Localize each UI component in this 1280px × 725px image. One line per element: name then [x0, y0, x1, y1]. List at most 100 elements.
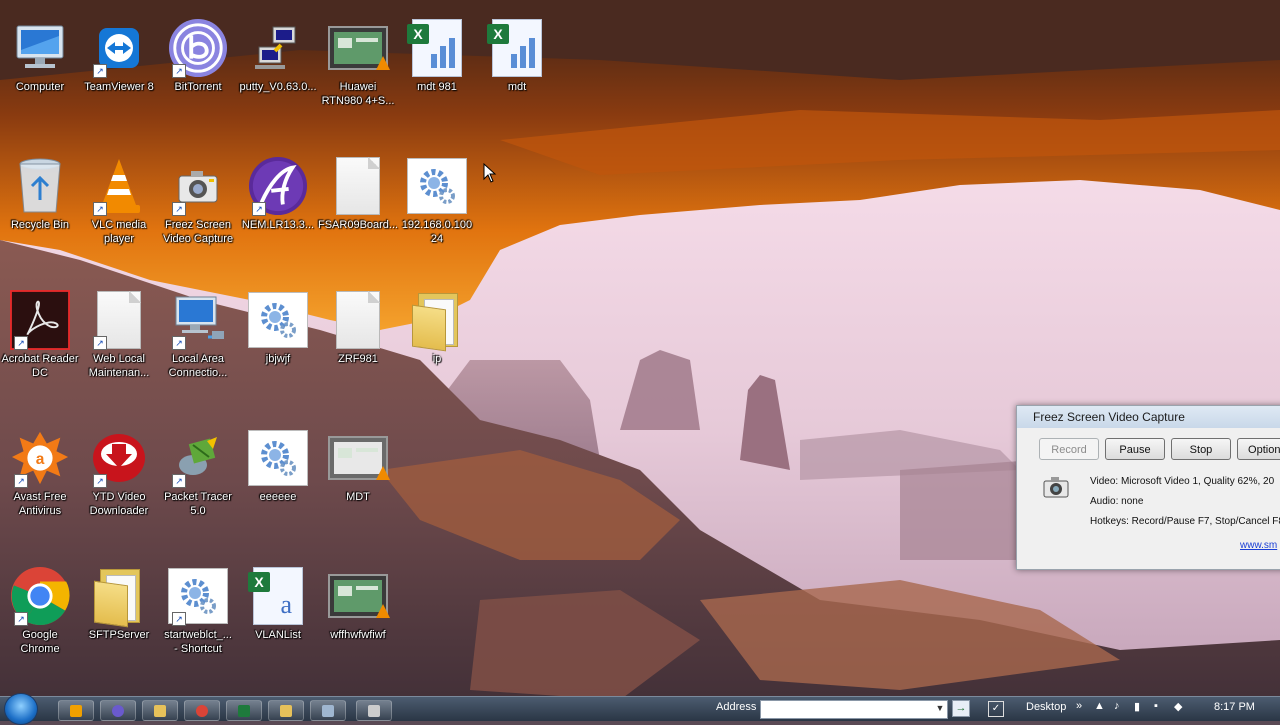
start-button[interactable]	[4, 693, 38, 725]
taskbar-item-freez-screen[interactable]	[356, 700, 392, 721]
avast-icon: a ↗	[10, 428, 70, 488]
toolbar-chevron-icon[interactable]: »	[1076, 700, 1082, 712]
desktop-icon-putty[interactable]: putty_V0.63.0...	[238, 18, 318, 94]
desktop-icon-zrf981[interactable]: ZRF981	[318, 290, 398, 366]
computer-icon	[10, 18, 70, 78]
desktop-icon-huawei-rtn980[interactable]: Huawei RTN980 4+S...	[318, 18, 398, 108]
desktop-icon-wffhwfwfiwf[interactable]: wffhwfwfiwf	[318, 566, 398, 642]
taskbar-item-media-player[interactable]	[100, 700, 136, 721]
desktop-icon-192-168-0-100[interactable]: 192.168.0.100 24	[397, 156, 477, 246]
desktop-icon-avast[interactable]: a ↗ Avast Free Antivirus	[0, 428, 80, 518]
video-info-text: Video: Microsoft Video 1, Quality 62%, 2…	[1090, 476, 1275, 487]
vlc-icon: ↗	[89, 156, 149, 216]
desktop-icon-web-local-maintenance[interactable]: ↗ Web Local Maintenan...	[79, 290, 159, 380]
desktop-icon-local-area-connection[interactable]: ↗ Local Area Connectio...	[158, 290, 238, 380]
desktop-icon-mdt-video[interactable]: MDT	[318, 428, 398, 504]
excel-text-file-icon: Xa	[248, 566, 308, 626]
shortcut-arrow-icon: ↗	[93, 64, 107, 78]
desktop-icon-label: Freez Screen Video Capture	[162, 219, 234, 245]
network-icon: ↗	[168, 290, 228, 350]
ie-icon	[70, 704, 82, 717]
desktop-icon-jbjwjf[interactable]: jbjwjf	[238, 290, 318, 366]
recycle-bin-icon	[10, 156, 70, 216]
tray-app-icon[interactable]: ◆	[1174, 700, 1182, 713]
taskbar-item-chrome[interactable]	[184, 700, 220, 721]
volume-icon[interactable]: ♪	[1114, 700, 1120, 712]
shortcut-arrow-icon: ↗	[93, 336, 107, 350]
show-hidden-icons-icon[interactable]: ▲	[1094, 700, 1105, 712]
chrome-icon: ↗	[10, 566, 70, 626]
media-player-icon	[112, 704, 124, 717]
hotkeys-info-text: Hotkeys: Record/Pause F7, Stop/Cancel F8	[1090, 516, 1280, 527]
desktop-icon-startweblct-shortcut[interactable]: ↗ startweblct_... - Shortcut	[158, 566, 238, 656]
config-file-icon	[248, 428, 308, 488]
config-file-icon	[248, 290, 308, 350]
desktop-icon-nem-lr13[interactable]: ↗ NEM.LR13.3...	[238, 156, 318, 232]
power-icon[interactable]: ▪	[1154, 700, 1158, 712]
taskbar-item-ie[interactable]	[58, 700, 94, 721]
shortcut-arrow-icon: ↗	[172, 202, 186, 216]
desktop-icon-label: 192.168.0.100 24	[401, 219, 473, 245]
desktop-icon-label: Acrobat Reader DC	[1, 353, 79, 379]
shortcut-arrow-icon: ↗	[93, 202, 107, 216]
taskbar-item-excel[interactable]	[226, 700, 262, 721]
options-button[interactable]: Options	[1237, 438, 1280, 460]
notepad-icon	[322, 704, 334, 717]
shortcut-arrow-icon: ↗	[252, 202, 266, 216]
taskbar-item-explorer[interactable]	[142, 700, 178, 721]
desktop-icon-fsar09board[interactable]: FSAR09Board...	[318, 156, 398, 232]
desktop-icon-label: eeeeee	[259, 491, 297, 503]
desktop-icon-label: SFTPServer	[88, 629, 150, 641]
desktop-icon-label: FSAR09Board...	[318, 219, 399, 231]
bittorrent-icon: ↗	[168, 18, 228, 78]
shortcut-arrow-icon: ↗	[14, 474, 28, 488]
desktop-icon-packet-tracer[interactable]: ↗ Packet Tracer 5.0	[158, 428, 238, 518]
record-button[interactable]: Record	[1039, 438, 1099, 460]
action-center-icon[interactable]: ✓	[988, 701, 1004, 717]
teamviewer-icon: ↗	[89, 18, 149, 78]
desktop-icon-eeeeee[interactable]: eeeeee	[238, 428, 318, 504]
taskbar: Address ▼ → ✓ Desktop » ▲ ♪ ▮ ▪ ◆ 8:17 P…	[0, 693, 1280, 725]
network-tray-icon[interactable]: ▮	[1134, 700, 1140, 713]
website-link[interactable]: www.sm	[1240, 540, 1277, 551]
shortcut-arrow-icon: ↗	[14, 336, 28, 350]
taskbar-clock[interactable]: 8:17 PM	[1214, 701, 1255, 713]
desktop-icon-ytd-video-downloader[interactable]: ↗ YTD Video Downloader	[79, 428, 159, 518]
chrome-icon	[196, 704, 208, 717]
desktop-icon-vlanlist[interactable]: Xa VLANList	[238, 566, 318, 642]
desktop-icon-teamviewer[interactable]: ↗ TeamViewer 8	[79, 18, 159, 94]
excel-file-icon: X	[487, 18, 547, 78]
explorer-icon	[154, 704, 166, 717]
desktop-icon-freez-screen[interactable]: ↗ Freez Screen Video Capture	[158, 156, 238, 246]
desktop-icon-label: wffhwfwfiwf	[330, 629, 386, 641]
desktop-icon-label: Huawei RTN980 4+S...	[321, 81, 395, 107]
pause-button[interactable]: Pause	[1105, 438, 1165, 460]
address-dropdown-icon[interactable]: ▼	[934, 700, 946, 717]
desktop-icon-mdt-981[interactable]: X mdt 981	[397, 18, 477, 94]
desktop-icon-vlc[interactable]: ↗ VLC media player	[79, 156, 159, 246]
desktop-icon-google-chrome[interactable]: ↗ Google Chrome	[0, 566, 80, 656]
desktop-icon-acrobat-reader[interactable]: ↗ Acrobat Reader DC	[0, 290, 80, 380]
desktop-icon-label: Computer	[15, 81, 65, 93]
desktop-icon-label: mdt 981	[417, 81, 457, 93]
shortcut-arrow-icon: ↗	[172, 474, 186, 488]
desktop-icon-bittorrent[interactable]: ↗ BitTorrent	[158, 18, 238, 94]
address-go-icon[interactable]: →	[952, 700, 970, 717]
svg-text:a: a	[36, 451, 45, 468]
blank-file-icon	[328, 290, 388, 350]
desktop-icon-mdt[interactable]: X mdt	[477, 18, 557, 94]
stop-button[interactable]: Stop	[1171, 438, 1231, 460]
desktop-icon-computer[interactable]: Computer	[0, 18, 80, 94]
mouse-cursor-icon	[483, 163, 497, 183]
desktop-icon-recycle-bin[interactable]: Recycle Bin	[0, 156, 80, 232]
desktop-icon-ip-folder[interactable]: ip	[397, 290, 477, 366]
shortcut-arrow-icon: ↗	[172, 64, 186, 78]
desktop-icon-label: NEM.LR13.3...	[241, 219, 315, 231]
address-input[interactable]	[760, 700, 948, 719]
taskbar-item-notepad[interactable]	[310, 700, 346, 721]
window-title[interactable]: Freez Screen Video Capture	[1017, 406, 1280, 428]
desktop-toolbar-label[interactable]: Desktop	[1026, 701, 1066, 713]
taskbar-item-folder[interactable]	[268, 700, 304, 721]
desktop-icon-sftpserver[interactable]: SFTPServer	[79, 566, 159, 642]
desktop-icon-label: startweblct_... - Shortcut	[164, 629, 232, 655]
